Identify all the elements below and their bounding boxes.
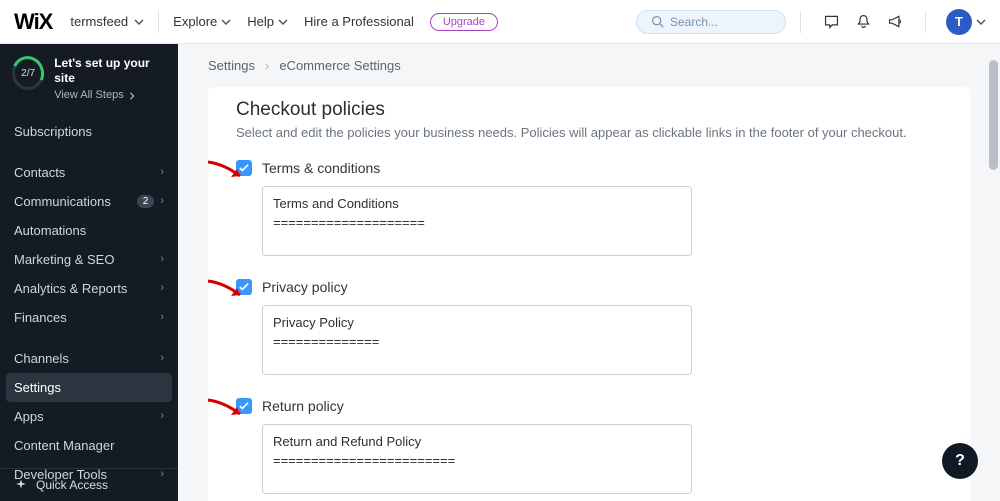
sidebar-item-subscriptions[interactable]: Subscriptions: [0, 117, 178, 146]
chevron-right-icon: ›: [160, 195, 164, 207]
quick-access-button[interactable]: Quick Access: [0, 468, 178, 501]
wix-logo[interactable]: WiX: [14, 9, 52, 35]
site-switcher[interactable]: termsfeed: [70, 14, 144, 29]
sidebar-item-settings[interactable]: Settings: [6, 373, 172, 402]
megaphone-icon[interactable]: [879, 6, 911, 38]
page-title: Checkout policies: [236, 99, 942, 121]
breadcrumb-ecommerce[interactable]: eCommerce Settings: [279, 58, 400, 73]
sidebar-item-marketing[interactable]: Marketing & SEO›: [0, 245, 178, 274]
checkbox-terms[interactable]: [236, 160, 252, 176]
sparkle-icon: [14, 478, 28, 492]
chevron-down-icon: [976, 17, 986, 27]
sidebar-item-channels[interactable]: Channels›: [0, 344, 178, 373]
sidebar-item-apps[interactable]: Apps›: [0, 402, 178, 431]
bell-icon[interactable]: [847, 6, 879, 38]
breadcrumb-settings[interactable]: Settings: [208, 58, 255, 73]
avatar: T: [946, 9, 972, 35]
checkbox-return[interactable]: [236, 398, 252, 414]
policy-textarea-privacy[interactable]: [262, 305, 692, 375]
badge: 2: [137, 195, 155, 208]
separator: [925, 11, 926, 33]
policy-label: Privacy policy: [262, 279, 348, 295]
nav-hire[interactable]: Hire a Professional: [304, 14, 414, 29]
sidebar-item-communications[interactable]: Communications2›: [0, 187, 178, 216]
sidebar: 2/7 Let's set up your site View All Step…: [0, 44, 178, 501]
sidebar-item-analytics[interactable]: Analytics & Reports›: [0, 274, 178, 303]
checkout-policies-panel: Checkout policies Select and edit the po…: [208, 87, 970, 501]
policy-privacy: Privacy policy: [236, 279, 942, 378]
policy-terms: Terms & conditions: [236, 160, 942, 259]
progress-ring: 2/7: [12, 56, 44, 90]
nav-help[interactable]: Help: [247, 14, 288, 29]
search-input[interactable]: Search...: [636, 10, 786, 34]
chevron-right-icon: ›: [160, 311, 164, 323]
upgrade-button[interactable]: Upgrade: [430, 13, 498, 31]
sidebar-item-content-manager[interactable]: Content Manager: [0, 431, 178, 460]
chevron-right-icon: ›: [160, 166, 164, 178]
checkbox-privacy[interactable]: [236, 279, 252, 295]
separator: [800, 11, 801, 33]
chevron-right-icon: [128, 92, 136, 100]
nav-explore[interactable]: Explore: [173, 14, 231, 29]
sidebar-nav: Subscriptions Contacts› Communications2›…: [0, 117, 178, 489]
setup-title: Let's set up your site: [54, 56, 166, 86]
view-all-steps-link[interactable]: View All Steps: [54, 89, 166, 103]
policy-return: Return policy: [236, 398, 942, 497]
setup-card[interactable]: 2/7 Let's set up your site View All Step…: [0, 44, 178, 117]
chevron-down-icon: [221, 17, 231, 27]
main: Settings › eCommerce Settings Checkout p…: [178, 44, 1000, 501]
top-bar: WiX termsfeed Explore Help Hire a Profes…: [0, 0, 1000, 44]
sidebar-item-finances[interactable]: Finances›: [0, 303, 178, 332]
sidebar-item-contacts[interactable]: Contacts›: [0, 158, 178, 187]
site-name: termsfeed: [70, 14, 128, 29]
inbox-icon[interactable]: [815, 6, 847, 38]
search-placeholder: Search...: [670, 15, 718, 29]
policy-textarea-terms[interactable]: [262, 186, 692, 256]
chevron-right-icon: ›: [160, 352, 164, 364]
chevron-down-icon: [134, 17, 144, 27]
separator: [158, 11, 159, 33]
page-subtitle: Select and edit the policies your busine…: [236, 125, 942, 140]
chevron-right-icon: ›: [160, 253, 164, 265]
policy-label: Terms & conditions: [262, 160, 380, 176]
policy-textarea-return[interactable]: [262, 424, 692, 494]
account-menu[interactable]: T: [946, 9, 986, 35]
chevron-right-icon: ›: [265, 58, 269, 73]
policy-label: Return policy: [262, 398, 344, 414]
search-icon: [651, 15, 664, 28]
chevron-right-icon: ›: [160, 410, 164, 422]
scrollbar[interactable]: [989, 60, 998, 170]
chevron-right-icon: ›: [160, 282, 164, 294]
chevron-down-icon: [278, 17, 288, 27]
sidebar-item-automations[interactable]: Automations: [0, 216, 178, 245]
help-fab[interactable]: ?: [942, 443, 978, 479]
breadcrumb: Settings › eCommerce Settings: [178, 44, 1000, 87]
